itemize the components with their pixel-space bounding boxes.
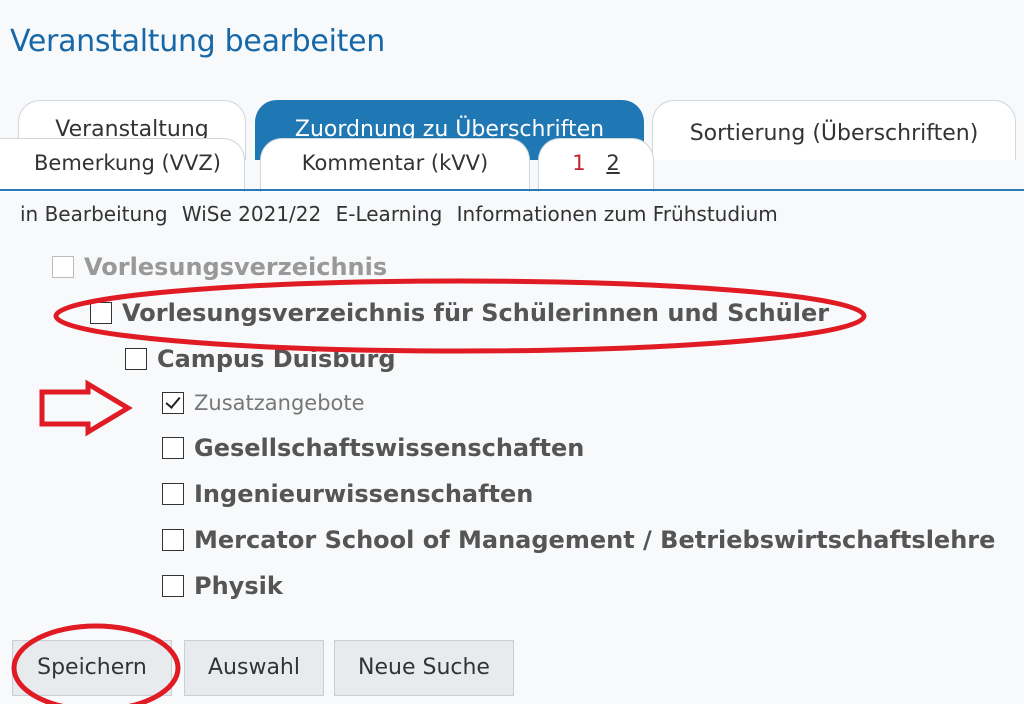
tree-item-gesellschaft: Gesellschaftswissenschaften	[162, 434, 584, 462]
checkbox-gesellschaft[interactable]	[162, 437, 184, 459]
status-semester: WiSe 2021/22	[181, 202, 322, 226]
checkbox-mercator[interactable]	[162, 529, 184, 551]
status-type: E-Learning	[335, 202, 443, 226]
checkbox-campus[interactable]	[125, 348, 147, 370]
select-button[interactable]: Auswahl	[184, 640, 324, 696]
tree-item-vorlesungsverzeichnis: Vorlesungsverzeichnis	[52, 253, 387, 281]
tree-label-ingenieur: Ingenieurwissenschaften	[194, 480, 534, 508]
tree-item-ingenieur: Ingenieurwissenschaften	[162, 480, 533, 508]
tree-item-campus: Campus Duisburg	[125, 345, 396, 373]
checkbox-physik[interactable]	[162, 575, 184, 597]
tree-item-mercator: Mercator School of Management / Betriebs…	[162, 526, 995, 554]
tree-item-schueler: Vorlesungsverzeichnis für Schülerinnen u…	[90, 299, 829, 327]
tree-item-zusatz: Zusatzangebote	[162, 391, 365, 415]
checkbox-zusatz[interactable]	[162, 392, 184, 414]
tree-label-vorlesungsverzeichnis: Vorlesungsverzeichnis	[84, 253, 388, 281]
tab-page-switcher: 1 2	[538, 138, 654, 192]
tree-label-campus: Campus Duisburg	[157, 345, 396, 373]
page: Veranstaltung bearbeiten Veranstaltung Z…	[0, 0, 1024, 704]
status-row: in Bearbeitung WiSe 2021/22 E-Learning I…	[20, 202, 786, 226]
tab-sortierung[interactable]: Sortierung (Überschriften)	[652, 100, 1016, 160]
checkbox-vorlesungsverzeichnis[interactable]	[52, 256, 74, 278]
tab-kommentar[interactable]: Kommentar (kVV)	[260, 138, 530, 192]
tree-label-mercator: Mercator School of Management / Betriebs…	[194, 526, 996, 554]
tree-item-physik: Physik	[162, 572, 283, 600]
page-title: Veranstaltung bearbeiten	[10, 24, 385, 59]
tree-label-gesellschaft: Gesellschaftswissenschaften	[194, 434, 585, 462]
tab-divider	[0, 189, 1024, 191]
status-state: in Bearbeitung	[20, 202, 168, 226]
new-search-button[interactable]: Neue Suche	[334, 640, 514, 696]
tab-page-1[interactable]: 1	[572, 151, 585, 175]
tree-label-schueler: Vorlesungsverzeichnis für Schülerinnen u…	[122, 299, 830, 327]
status-name: Informationen zum Frühstudium	[456, 202, 778, 226]
checkbox-ingenieur[interactable]	[162, 483, 184, 505]
checkbox-schueler[interactable]	[90, 302, 112, 324]
save-button[interactable]: Speichern	[12, 640, 172, 696]
tree-label-physik: Physik	[194, 572, 283, 600]
tab-bar: Veranstaltung Zuordnung zu Überschriften…	[0, 96, 1024, 192]
tab-page-2[interactable]: 2	[606, 151, 619, 175]
tab-bemerkung[interactable]: Bemerkung (VVZ)	[0, 138, 245, 192]
arrow-right-icon	[39, 379, 133, 437]
tree-label-zusatz: Zusatzangebote	[194, 391, 365, 415]
